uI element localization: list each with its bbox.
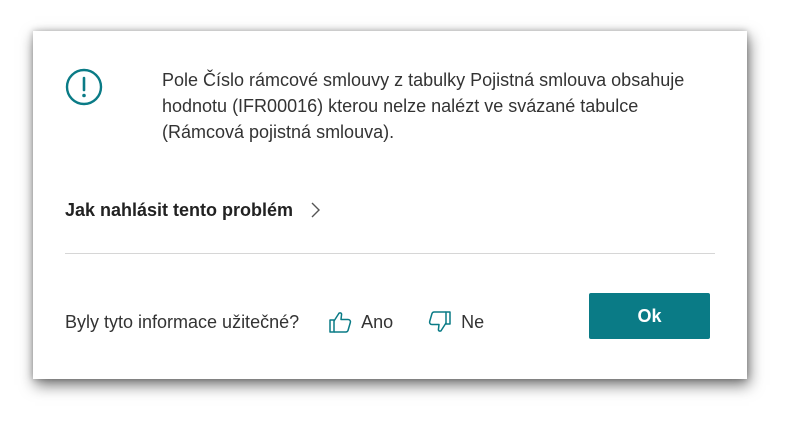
divider bbox=[65, 253, 715, 254]
error-message: Pole Číslo rámcové smlouvy z tabulky Poj… bbox=[162, 67, 742, 145]
report-problem-label: Jak nahlásit tento problém bbox=[65, 199, 294, 220]
chevron-right-icon bbox=[311, 202, 321, 218]
error-message-line: (Rámcová pojistná smlouva). bbox=[162, 122, 395, 142]
feedback-yes-button[interactable]: Ano bbox=[327, 309, 393, 335]
error-message-line: Pole Číslo rámcové smlouvy z tabulky Poj… bbox=[162, 70, 685, 90]
exclamation-circle-icon bbox=[65, 68, 103, 106]
thumbs-down-icon bbox=[428, 311, 451, 332]
error-message-line: hodnotu (IFR00016) kterou nelze nalézt v… bbox=[162, 96, 639, 116]
feedback-row: Byly tyto informace užitečné? Ano Ne bbox=[65, 307, 484, 337]
feedback-no-button[interactable]: Ne bbox=[427, 309, 484, 335]
feedback-no-label: Ne bbox=[461, 311, 485, 332]
thumbs-up-icon bbox=[329, 312, 352, 333]
report-problem-link[interactable]: Jak nahlásit tento problém bbox=[65, 197, 321, 223]
ok-button[interactable]: Ok bbox=[589, 293, 710, 339]
feedback-yes-label: Ano bbox=[361, 311, 394, 332]
error-dialog: Pole Číslo rámcové smlouvy z tabulky Poj… bbox=[33, 31, 747, 379]
feedback-question: Byly tyto informace užitečné? bbox=[65, 311, 300, 332]
